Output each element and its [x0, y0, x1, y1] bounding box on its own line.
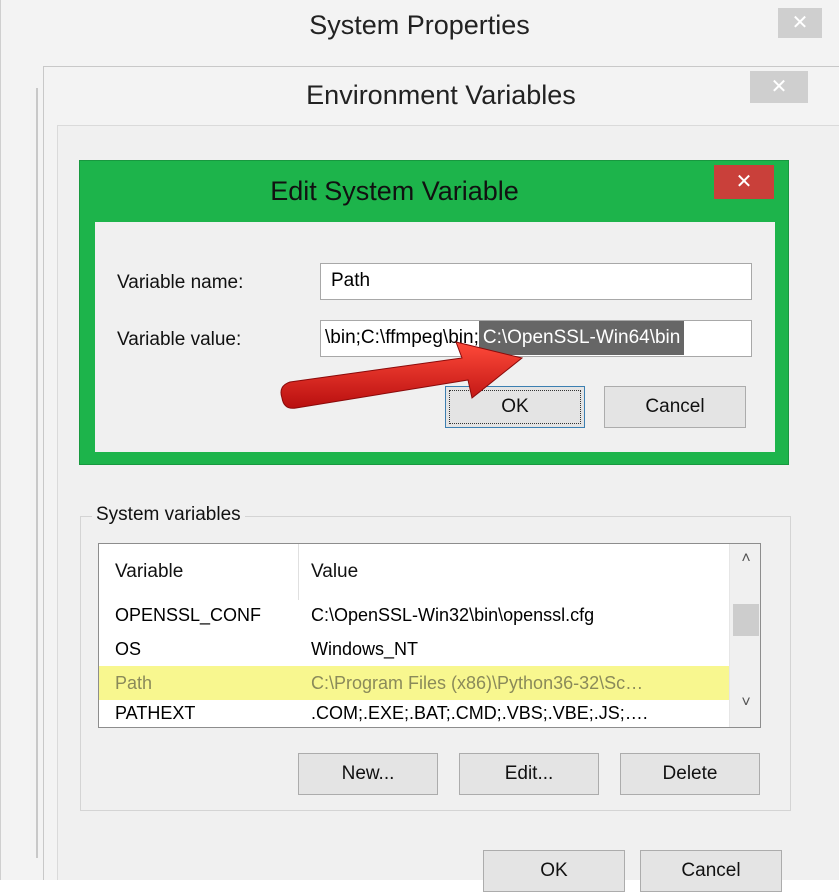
- variable-name-value: Path: [331, 270, 371, 291]
- environment-ok-button[interactable]: OK: [483, 850, 625, 892]
- table-row[interactable]: OS Windows_NT: [99, 632, 729, 666]
- table-row-highlighted[interactable]: Path C:\Program Files (x86)\Python36-32\…: [99, 666, 729, 700]
- edit-variable-button[interactable]: Edit...: [459, 753, 599, 795]
- variable-name-cell: OPENSSL_CONF: [115, 605, 262, 625]
- system-properties-close-button[interactable]: ✕: [778, 8, 822, 38]
- system-variables-list[interactable]: Variable Value OPENSSL_CONF C:\OpenSSL-W…: [98, 543, 761, 728]
- red-arrow-annotation-icon: [280, 341, 524, 409]
- scroll-down-arrow-icon[interactable]: ˅: [730, 694, 760, 720]
- variable-value-cell: Windows_NT: [311, 639, 419, 659]
- variable-name-cell: OS: [115, 639, 142, 659]
- variable-value-cell: C:\OpenSSL-Win32\bin\openssl.cfg: [311, 605, 595, 625]
- variable-value-cell: .COM;.EXE;.BAT;.CMD;.VBS;.VBE;.JS;….: [311, 703, 648, 723]
- table-row[interactable]: PATHEXT .COM;.EXE;.BAT;.CMD;.VBS;.VBE;.J…: [99, 696, 729, 727]
- table-row[interactable]: OPENSSL_CONF C:\OpenSSL-Win32\bin\openss…: [99, 598, 729, 632]
- new-variable-button[interactable]: New...: [298, 753, 438, 795]
- list-header: Variable Value: [99, 544, 729, 600]
- environment-variables-close-button[interactable]: ✕: [750, 71, 808, 103]
- environment-cancel-button[interactable]: Cancel: [640, 850, 782, 892]
- column-header-variable[interactable]: Variable: [115, 561, 183, 583]
- variable-value-label: Variable value:: [117, 329, 242, 350]
- column-header-value[interactable]: Value: [311, 561, 358, 583]
- system-properties-title: System Properties: [309, 10, 530, 40]
- system-variables-label: System variables: [92, 504, 245, 526]
- scrollbar-thumb[interactable]: [733, 604, 759, 636]
- vertical-scrollbar[interactable]: ˄ ˅: [729, 544, 760, 727]
- edit-system-variable-close-button[interactable]: ✕: [714, 165, 774, 199]
- variable-name-cell: Path: [115, 673, 153, 693]
- variable-value-cell: C:\Program Files (x86)\Python36-32\Sc…: [311, 673, 644, 693]
- environment-variables-title: Environment Variables: [306, 80, 576, 110]
- variable-name-field[interactable]: Path: [320, 263, 752, 300]
- edit-system-variable-title: Edit System Variable: [270, 176, 519, 206]
- system-properties-tab-edge: [36, 88, 38, 858]
- variable-name-label: Variable name:: [117, 272, 244, 293]
- column-separator[interactable]: [298, 544, 299, 600]
- variable-name-cell: PATHEXT: [115, 703, 196, 723]
- delete-variable-button[interactable]: Delete: [620, 753, 760, 795]
- cancel-button[interactable]: Cancel: [604, 386, 746, 428]
- scroll-up-arrow-icon[interactable]: ˄: [730, 550, 760, 576]
